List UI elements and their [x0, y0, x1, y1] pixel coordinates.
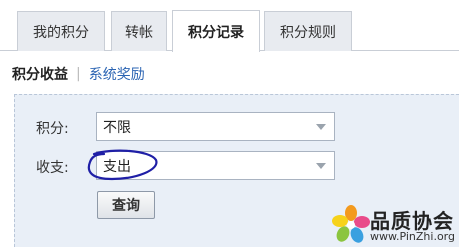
- tab-my-points[interactable]: 我的积分: [17, 11, 105, 51]
- points-select-value: 不限: [103, 119, 131, 136]
- tab-points-rules[interactable]: 积分规则: [264, 11, 352, 51]
- chevron-down-icon: [316, 163, 326, 169]
- sub-navigation: 积分收益 | 系统奖励: [12, 64, 145, 84]
- chevron-down-icon: [316, 124, 326, 130]
- subnav-system-reward-link[interactable]: 系统奖励: [89, 64, 145, 84]
- subnav-points-income[interactable]: 积分收益: [12, 64, 68, 84]
- income-expense-select[interactable]: 支出: [96, 151, 335, 180]
- query-button[interactable]: 查询: [97, 191, 155, 219]
- points-select[interactable]: 不限: [96, 112, 335, 141]
- points-record-page: 我的积分 转帐 积分记录 积分规则 积分收益 | 系统奖励 积分: 不限 收支:…: [0, 0, 459, 247]
- tab-transfer[interactable]: 转帐: [111, 11, 167, 51]
- tab-points-record[interactable]: 积分记录: [172, 10, 260, 52]
- subnav-separator: |: [76, 66, 81, 82]
- tab-bar: 我的积分 转帐 积分记录 积分规则: [0, 0, 459, 52]
- income-expense-select-value: 支出: [103, 158, 131, 175]
- points-label: 积分:: [36, 121, 69, 137]
- income-expense-label: 收支:: [36, 160, 69, 176]
